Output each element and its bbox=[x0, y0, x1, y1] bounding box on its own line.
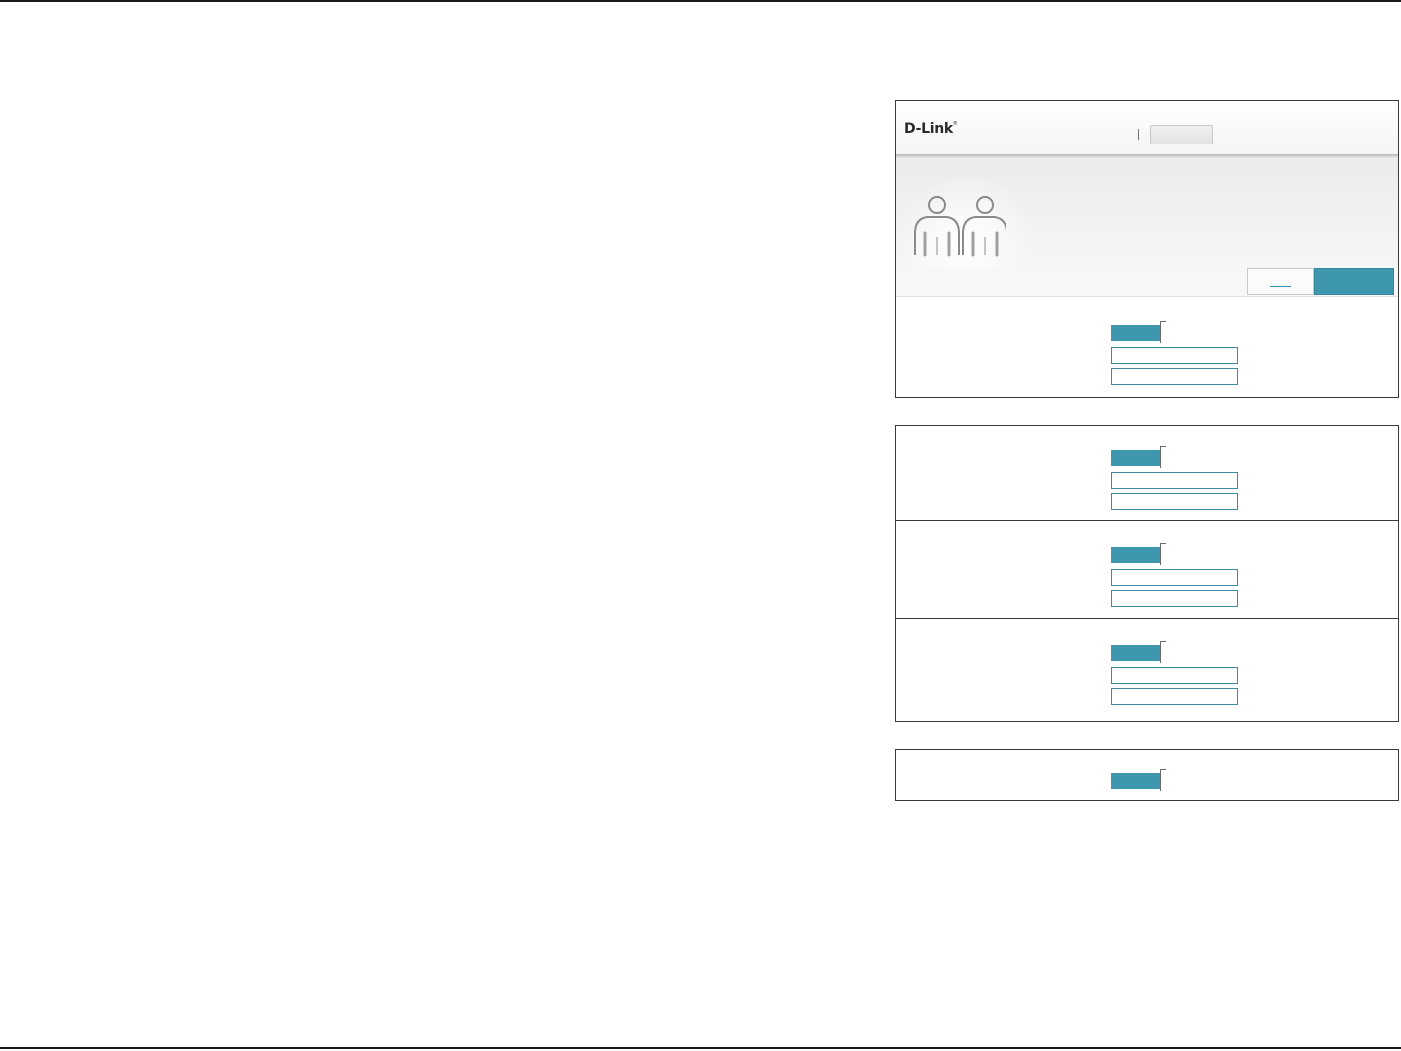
router-settings-screenshot: D-Link® bbox=[895, 100, 1399, 398]
toggle-bracket bbox=[1160, 446, 1166, 468]
setting-field-2[interactable] bbox=[1111, 590, 1238, 607]
enable-toggle[interactable] bbox=[1111, 641, 1167, 663]
bottom-rule bbox=[0, 1047, 1401, 1049]
header-nav-tab[interactable] bbox=[1150, 125, 1213, 144]
header-separator bbox=[1138, 129, 1139, 140]
setting-field-2[interactable] bbox=[1111, 493, 1238, 510]
setting-group bbox=[1111, 641, 1238, 705]
setting-field-1[interactable] bbox=[1111, 347, 1238, 364]
toggle-fill bbox=[1111, 645, 1160, 661]
settings-rows-screenshot bbox=[895, 425, 1399, 722]
toggle-fill bbox=[1111, 773, 1160, 789]
dlink-logo: D-Link® bbox=[904, 121, 958, 137]
enable-toggle[interactable] bbox=[1111, 543, 1167, 565]
enable-toggle[interactable] bbox=[1111, 446, 1167, 468]
toggle-bracket bbox=[1160, 641, 1166, 663]
toggle-fill bbox=[1111, 450, 1160, 466]
setting-field-2[interactable] bbox=[1111, 688, 1238, 705]
row-divider bbox=[896, 618, 1398, 619]
setting-group bbox=[1111, 769, 1238, 793]
setting-group bbox=[1111, 446, 1238, 510]
top-rule bbox=[0, 0, 1401, 2]
enable-toggle[interactable] bbox=[1111, 769, 1167, 791]
users-icon bbox=[914, 196, 1006, 257]
toggle-bracket bbox=[1160, 543, 1166, 565]
setting-field-2[interactable] bbox=[1111, 368, 1238, 385]
single-toggle-screenshot bbox=[895, 749, 1399, 801]
setting-group bbox=[1111, 543, 1238, 607]
toggle-fill bbox=[1111, 547, 1160, 563]
toggle-bracket bbox=[1160, 321, 1166, 343]
link-button[interactable] bbox=[1247, 268, 1314, 295]
router-header: D-Link® bbox=[896, 101, 1398, 156]
toggle-fill bbox=[1111, 325, 1160, 341]
toggle-bracket bbox=[1160, 769, 1166, 791]
save-button[interactable] bbox=[1314, 268, 1394, 295]
setting-field-1[interactable] bbox=[1111, 667, 1238, 684]
enable-toggle[interactable] bbox=[1111, 321, 1167, 343]
setting-field-1[interactable] bbox=[1111, 472, 1238, 489]
setting-group bbox=[1111, 321, 1238, 385]
row-divider bbox=[896, 520, 1398, 521]
setting-field-1[interactable] bbox=[1111, 569, 1238, 586]
